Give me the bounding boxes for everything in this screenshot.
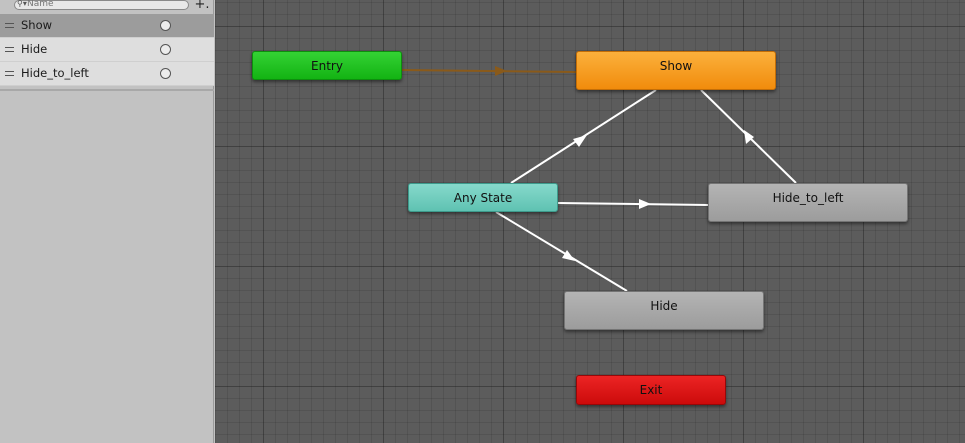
parameter-name: Show bbox=[21, 18, 53, 32]
state-label: Show bbox=[659, 59, 693, 73]
state-label: Any State bbox=[453, 191, 513, 205]
parameters-panel: ⚲▾ +. Show Hide Hide_to_left bbox=[0, 0, 214, 443]
drag-handle-icon[interactable] bbox=[5, 47, 14, 52]
state-node-show[interactable]: Show bbox=[576, 51, 776, 90]
state-node-entry[interactable]: Entry bbox=[252, 51, 402, 80]
animator-graph-canvas[interactable]: Entry Show Any State Hide_to_left Hide E… bbox=[215, 0, 965, 443]
add-parameter-button[interactable]: +. bbox=[193, 0, 211, 11]
drag-handle-icon[interactable] bbox=[5, 23, 14, 28]
trigger-toggle[interactable] bbox=[160, 68, 171, 79]
transition-anystate-to-hidetoleft[interactable] bbox=[557, 199, 709, 209]
state-node-any-state[interactable]: Any State bbox=[408, 183, 558, 212]
state-label: Entry bbox=[311, 59, 343, 73]
drag-handle-icon[interactable] bbox=[5, 71, 14, 76]
transition-arrow-icon bbox=[562, 250, 575, 261]
parameter-row-hide-to-left[interactable]: Hide_to_left bbox=[0, 62, 214, 86]
parameter-name: Hide_to_left bbox=[21, 66, 89, 80]
parameter-row-show[interactable]: Show bbox=[0, 14, 214, 38]
state-node-exit[interactable]: Exit bbox=[576, 375, 726, 405]
transition-anystate-to-hide[interactable] bbox=[495, 211, 628, 292]
transition-arrow-icon bbox=[495, 66, 507, 76]
search-input[interactable] bbox=[27, 0, 177, 10]
search-field[interactable]: ⚲▾ bbox=[14, 0, 189, 10]
trigger-toggle[interactable] bbox=[160, 44, 171, 55]
transition-entry-to-show[interactable] bbox=[401, 66, 577, 76]
state-label: Hide bbox=[650, 299, 678, 313]
panel-divider bbox=[0, 89, 214, 91]
transition-arrow-icon bbox=[573, 135, 587, 147]
transition-anystate-to-show[interactable] bbox=[510, 89, 657, 184]
parameter-list: Show Hide Hide_to_left bbox=[0, 14, 214, 86]
transition-hidetoleft-to-show[interactable] bbox=[700, 89, 797, 184]
transition-arrow-icon bbox=[744, 130, 754, 144]
trigger-toggle[interactable] bbox=[160, 20, 171, 31]
state-node-hide[interactable]: Hide bbox=[564, 291, 764, 330]
transition-arrow-icon bbox=[639, 199, 651, 209]
search-icon: ⚲▾ bbox=[17, 0, 27, 8]
parameter-row-hide[interactable]: Hide bbox=[0, 38, 214, 62]
state-node-hide-to-left[interactable]: Hide_to_left bbox=[708, 183, 908, 222]
search-bar: ⚲▾ +. bbox=[0, 0, 214, 13]
state-label: Exit bbox=[639, 383, 663, 397]
state-label: Hide_to_left bbox=[772, 191, 844, 205]
parameter-name: Hide bbox=[21, 42, 48, 56]
plus-icon: +. bbox=[194, 0, 210, 12]
